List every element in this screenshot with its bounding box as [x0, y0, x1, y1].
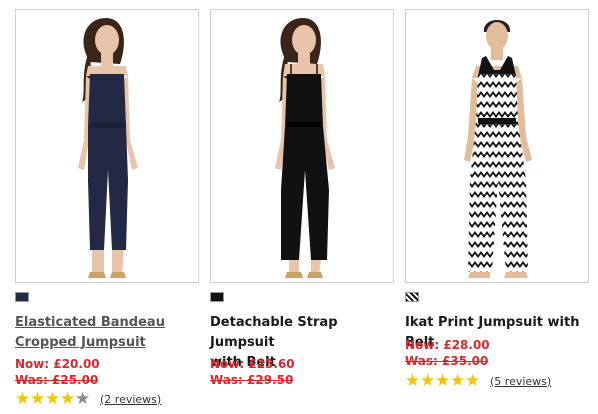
star-filled-icon: ★: [45, 389, 61, 409]
star-filled-icon: ★: [15, 389, 31, 409]
product-image[interactable]: [405, 9, 589, 283]
color-swatch-ikat-print[interactable]: [405, 292, 419, 302]
star-filled-icon: ★: [405, 371, 421, 391]
star-filled-icon: ★: [465, 371, 481, 391]
star-filled-icon: ★: [420, 371, 436, 391]
was-price: Was: £25.00: [15, 373, 99, 387]
product-title-link[interactable]: Elasticated Bandeau Cropped Jumpsuit: [15, 313, 201, 353]
star-filled-icon: ★: [435, 371, 451, 391]
was-price: Was: £29.50: [210, 373, 294, 387]
star-filled-icon: ★: [450, 371, 466, 391]
product-title-line-1[interactable]: Elasticated Bandeau: [15, 315, 165, 330]
product-title-line-1[interactable]: Detachable Strap Jumpsuit: [210, 315, 338, 350]
model-black-strap-jumpsuit-icon: [275, 18, 335, 278]
color-swatch-black[interactable]: [210, 292, 224, 302]
now-price: Now: £23.60: [210, 357, 295, 371]
was-price: Was: £35.00: [405, 354, 489, 368]
color-swatch-navy[interactable]: [15, 292, 29, 302]
product-image[interactable]: [210, 9, 394, 283]
reviews-link[interactable]: (5 reviews): [490, 375, 551, 388]
product-image[interactable]: [15, 9, 199, 283]
product-title-line-2[interactable]: Cropped Jumpsuit: [15, 335, 146, 350]
now-price: Now: £28.00: [405, 338, 490, 352]
star-empty-icon: ★: [75, 389, 91, 409]
model-navy-bandeau-jumpsuit-icon: [78, 18, 138, 278]
reviews-link[interactable]: (2 reviews): [100, 393, 161, 406]
star-rating: ★ ★ ★ ★ ★ (5 reviews): [405, 371, 551, 391]
star-rating: ★ ★ ★ ★ ★ (2 reviews): [15, 389, 161, 409]
now-price: Now: £20.00: [15, 357, 100, 371]
star-filled-icon: ★: [60, 389, 76, 409]
model-ikat-print-jumpsuit-icon: [464, 20, 532, 278]
star-filled-icon: ★: [30, 389, 46, 409]
